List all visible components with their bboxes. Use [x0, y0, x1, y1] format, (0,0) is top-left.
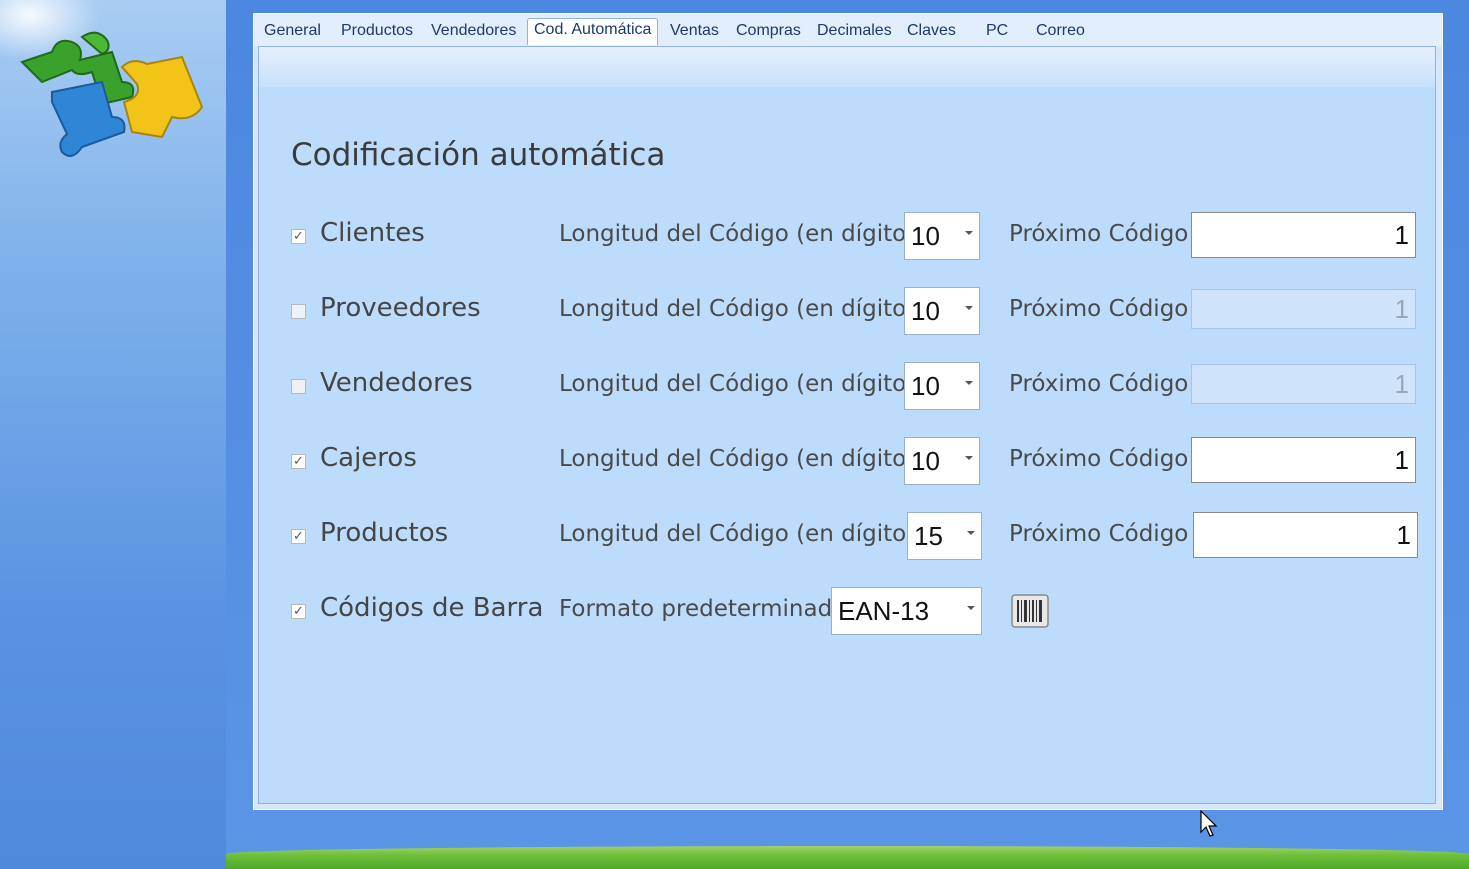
checkmark-icon: ✓ — [293, 229, 304, 244]
next-code-label: Próximo Código — [1009, 521, 1189, 547]
checkbox-codigos-de-barra[interactable]: ✓ — [291, 604, 306, 619]
length-label: Longitud del Código (en dígitos) — [559, 221, 928, 247]
tab-ventas[interactable]: Ventas — [670, 22, 719, 40]
chevron-down-icon — [965, 381, 973, 385]
tab-bar: General Productos Vendedores Cod. Automá… — [254, 14, 1442, 46]
checkmark-icon: ✓ — [293, 604, 304, 619]
next-code-input[interactable]: 1 — [1191, 212, 1416, 258]
length-combo[interactable]: 10 — [904, 212, 980, 260]
tab-vendedores[interactable]: Vendedores — [431, 22, 516, 40]
tab-pc[interactable]: PC — [986, 22, 1008, 40]
checkmark-icon: ✓ — [293, 454, 304, 469]
checkbox-clientes[interactable]: ✓ — [291, 229, 306, 244]
chevron-down-icon — [965, 306, 973, 310]
next-code-label: Próximo Código — [1009, 296, 1189, 322]
next-code-input: 1 — [1191, 364, 1416, 404]
row-label: Vendedores — [320, 368, 473, 398]
length-value: 10 — [911, 296, 940, 326]
tab-compras[interactable]: Compras — [736, 22, 801, 40]
next-code-label: Próximo Código — [1009, 446, 1189, 472]
row-label: Códigos de Barra — [320, 593, 544, 623]
next-code-label: Próximo Código — [1009, 371, 1189, 397]
length-combo[interactable]: 10 — [904, 437, 980, 485]
length-value: 10 — [911, 446, 940, 476]
next-code-input[interactable]: 1 — [1191, 437, 1416, 483]
row-clientes: ✓ Clientes Longitud del Código (en dígit… — [259, 212, 1435, 262]
barcode-format-value: EAN-13 — [838, 596, 930, 626]
tab-correo[interactable]: Correo — [1036, 22, 1085, 40]
checkbox-cajeros[interactable]: ✓ — [291, 454, 306, 469]
length-label: Longitud del Código (en dígitos) — [559, 446, 928, 472]
barcode-icon[interactable] — [1009, 591, 1051, 631]
tab-general[interactable]: General — [264, 22, 321, 40]
puzzle-logo-icon — [20, 31, 204, 157]
row-label: Cajeros — [320, 443, 417, 473]
length-value: 10 — [911, 221, 940, 251]
tab-content-panel: Codificación automática ✓ Clientes Longi… — [258, 46, 1436, 804]
left-panel — [0, 0, 226, 869]
grass-decoration — [226, 846, 1469, 869]
row-label: Proveedores — [320, 293, 481, 323]
checkbox-productos[interactable]: ✓ — [291, 529, 306, 544]
row-label: Productos — [320, 518, 449, 548]
next-code-input[interactable]: 1 — [1193, 512, 1418, 558]
format-label: Formato predeterminado — [559, 596, 847, 622]
length-combo[interactable]: 15 — [907, 512, 982, 560]
row-cajeros: ✓ Cajeros Longitud del Código (en dígito… — [259, 437, 1435, 487]
chevron-down-icon — [965, 456, 973, 460]
next-code-label: Próximo Código — [1009, 221, 1189, 247]
next-code-input: 1 — [1191, 289, 1416, 329]
checkmark-icon: ✓ — [293, 529, 304, 544]
mouse-pointer-icon — [1200, 810, 1218, 837]
chevron-down-icon — [965, 231, 973, 235]
page-title: Codificación automática — [291, 137, 666, 173]
row-productos: ✓ Productos Longitud del Código (en dígi… — [259, 512, 1435, 562]
checkbox-vendedores[interactable] — [291, 379, 306, 394]
length-label: Longitud del Código (en dígitos) — [559, 521, 928, 547]
tab-productos[interactable]: Productos — [341, 22, 413, 40]
row-proveedores: Proveedores Longitud del Código (en dígi… — [259, 287, 1435, 337]
tab-cod-automatica[interactable]: Cod. Automática — [527, 18, 659, 45]
content-header-band — [259, 47, 1435, 87]
row-codigos-de-barra: ✓ Códigos de Barra Formato predeterminad… — [259, 587, 1435, 637]
length-combo[interactable]: 10 — [904, 287, 980, 335]
length-value: 10 — [911, 371, 940, 401]
length-combo[interactable]: 10 — [904, 362, 980, 410]
length-label: Longitud del Código (en dígitos) — [559, 371, 928, 397]
length-value: 15 — [914, 521, 943, 551]
chevron-down-icon — [967, 606, 975, 610]
row-vendedores: Vendedores Longitud del Código (en dígit… — [259, 362, 1435, 412]
row-label: Clientes — [320, 218, 425, 248]
length-label: Longitud del Código (en dígitos) — [559, 296, 928, 322]
tab-decimales[interactable]: Decimales — [817, 22, 892, 40]
checkbox-proveedores[interactable] — [291, 304, 306, 319]
settings-window: General Productos Vendedores Cod. Automá… — [253, 13, 1443, 810]
tab-claves[interactable]: Claves — [907, 22, 956, 40]
chevron-down-icon — [967, 531, 975, 535]
barcode-format-combo[interactable]: EAN-13 — [831, 587, 982, 635]
